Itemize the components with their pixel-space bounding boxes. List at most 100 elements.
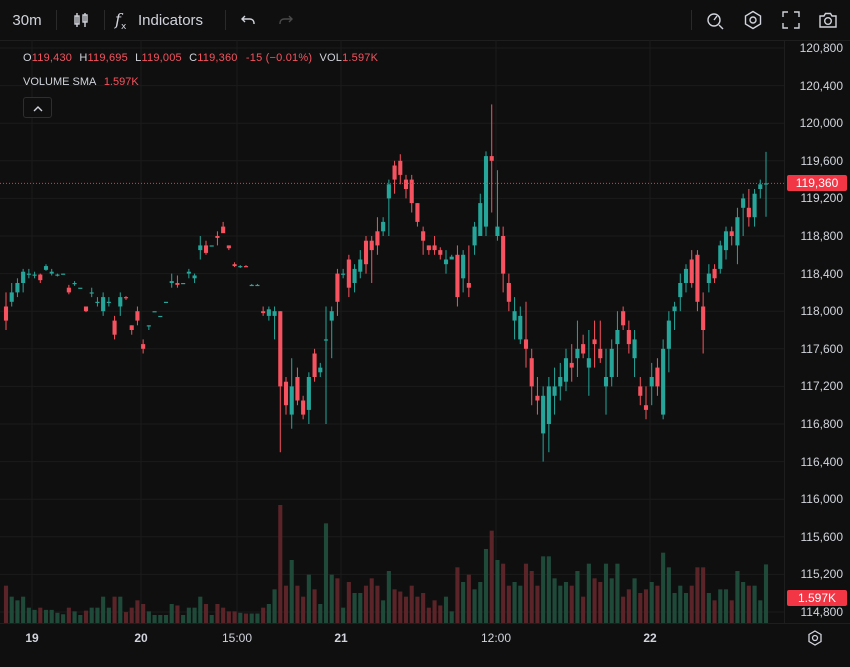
price-tick: 116,400 xyxy=(800,454,844,469)
volume-bar xyxy=(358,593,363,623)
volume-bar xyxy=(32,609,37,623)
volume-bar xyxy=(586,563,591,623)
candle xyxy=(426,245,431,255)
candle xyxy=(106,297,111,307)
candle-body xyxy=(758,184,763,189)
candle xyxy=(763,151,769,217)
candle xyxy=(49,268,54,276)
candle xyxy=(249,283,254,287)
volume-bar xyxy=(226,611,231,623)
candle-body xyxy=(546,386,551,424)
candle xyxy=(381,217,386,236)
price-axis[interactable]: 120,800 120,400 120,000 119,600 119,200 118,8… xyxy=(784,40,850,623)
candle-body xyxy=(615,330,620,345)
candle-body xyxy=(266,309,271,316)
price-tick: 116,000 xyxy=(800,492,844,507)
chart-pane[interactable] xyxy=(0,40,784,623)
candle xyxy=(723,226,729,260)
volume-bar xyxy=(9,596,14,623)
candle xyxy=(535,377,540,415)
candle-body xyxy=(375,231,380,246)
volume-bar xyxy=(603,563,609,623)
price-tick: 117,200 xyxy=(800,379,844,394)
settings-button[interactable] xyxy=(740,0,766,40)
volume-bar xyxy=(221,607,226,623)
time-tick: 12:00 xyxy=(480,631,512,645)
candle-body xyxy=(666,320,671,349)
volume-bar xyxy=(443,596,449,623)
candle xyxy=(89,287,94,298)
candle xyxy=(712,264,717,283)
price-tick: 119,200 xyxy=(800,191,844,206)
volume-sma-legend[interactable]: VOLUME SMA 1.597K xyxy=(23,76,139,88)
candle xyxy=(609,339,614,387)
volume-bar xyxy=(718,589,723,623)
redo-button[interactable] xyxy=(274,0,298,40)
candle-body xyxy=(655,367,660,387)
candle-body xyxy=(523,339,529,349)
candle xyxy=(352,264,357,293)
volume-bar xyxy=(615,563,620,623)
volume-bar xyxy=(649,582,654,623)
volume-bar xyxy=(523,563,529,623)
volume-bar xyxy=(118,596,123,623)
screenshot-button[interactable] xyxy=(815,0,841,40)
candle xyxy=(232,262,237,268)
open-value: 119,430 xyxy=(31,52,73,64)
candle-body xyxy=(718,245,723,269)
candle xyxy=(129,325,134,335)
candle xyxy=(752,189,757,227)
volume-bar xyxy=(95,607,100,623)
volume-bar xyxy=(198,596,203,623)
fullscreen-button[interactable] xyxy=(778,0,804,40)
candle-body xyxy=(232,264,237,267)
interval-button[interactable]: 30m xyxy=(6,0,48,40)
candle xyxy=(141,339,146,354)
candle xyxy=(295,367,300,406)
time-axis[interactable]: 19 20 15:00 21 12:00 22 xyxy=(0,623,850,667)
candle xyxy=(272,306,277,340)
candle-body xyxy=(49,271,54,274)
candle xyxy=(78,287,83,289)
undo-button[interactable] xyxy=(236,0,260,40)
candle-body xyxy=(146,325,151,327)
candle xyxy=(718,240,723,274)
price-tick: 120,000 xyxy=(799,116,843,131)
candle-body xyxy=(621,311,626,326)
fullscreen-icon xyxy=(782,11,800,29)
volume-bar xyxy=(66,607,71,623)
candle-body xyxy=(329,311,334,321)
volume-label: VOL xyxy=(319,52,343,64)
candle xyxy=(243,265,249,268)
chart-type-button[interactable] xyxy=(66,0,96,40)
candle xyxy=(563,348,569,392)
gear-icon[interactable] xyxy=(806,629,824,652)
candle xyxy=(203,240,209,255)
volume-bar xyxy=(558,585,563,623)
candle-body xyxy=(501,236,506,274)
candle xyxy=(541,386,546,462)
volume-bar xyxy=(49,609,54,623)
candle-body xyxy=(575,348,580,359)
candle-body xyxy=(626,330,631,345)
indicators-button[interactable]: fx Indicators xyxy=(114,0,214,40)
candle xyxy=(735,207,740,265)
candle-body xyxy=(438,250,443,255)
candles-icon xyxy=(72,11,90,29)
volume-bar xyxy=(306,574,311,623)
candle xyxy=(746,189,751,227)
price-tick: 118,400 xyxy=(800,266,844,281)
candle-body xyxy=(301,400,306,415)
volume-bar xyxy=(695,567,700,623)
volume-bar xyxy=(352,593,357,623)
candle xyxy=(661,339,666,420)
candle-body xyxy=(603,377,609,387)
collapse-legend-button[interactable] xyxy=(23,97,52,118)
price-tick: 114,800 xyxy=(800,605,844,619)
indicators-label: Indicators xyxy=(138,11,204,29)
alert-button[interactable] xyxy=(702,0,728,40)
volume-bar xyxy=(621,596,626,623)
volume-bar xyxy=(312,589,317,623)
volume-bar xyxy=(466,574,471,623)
volume-bar xyxy=(512,582,517,623)
